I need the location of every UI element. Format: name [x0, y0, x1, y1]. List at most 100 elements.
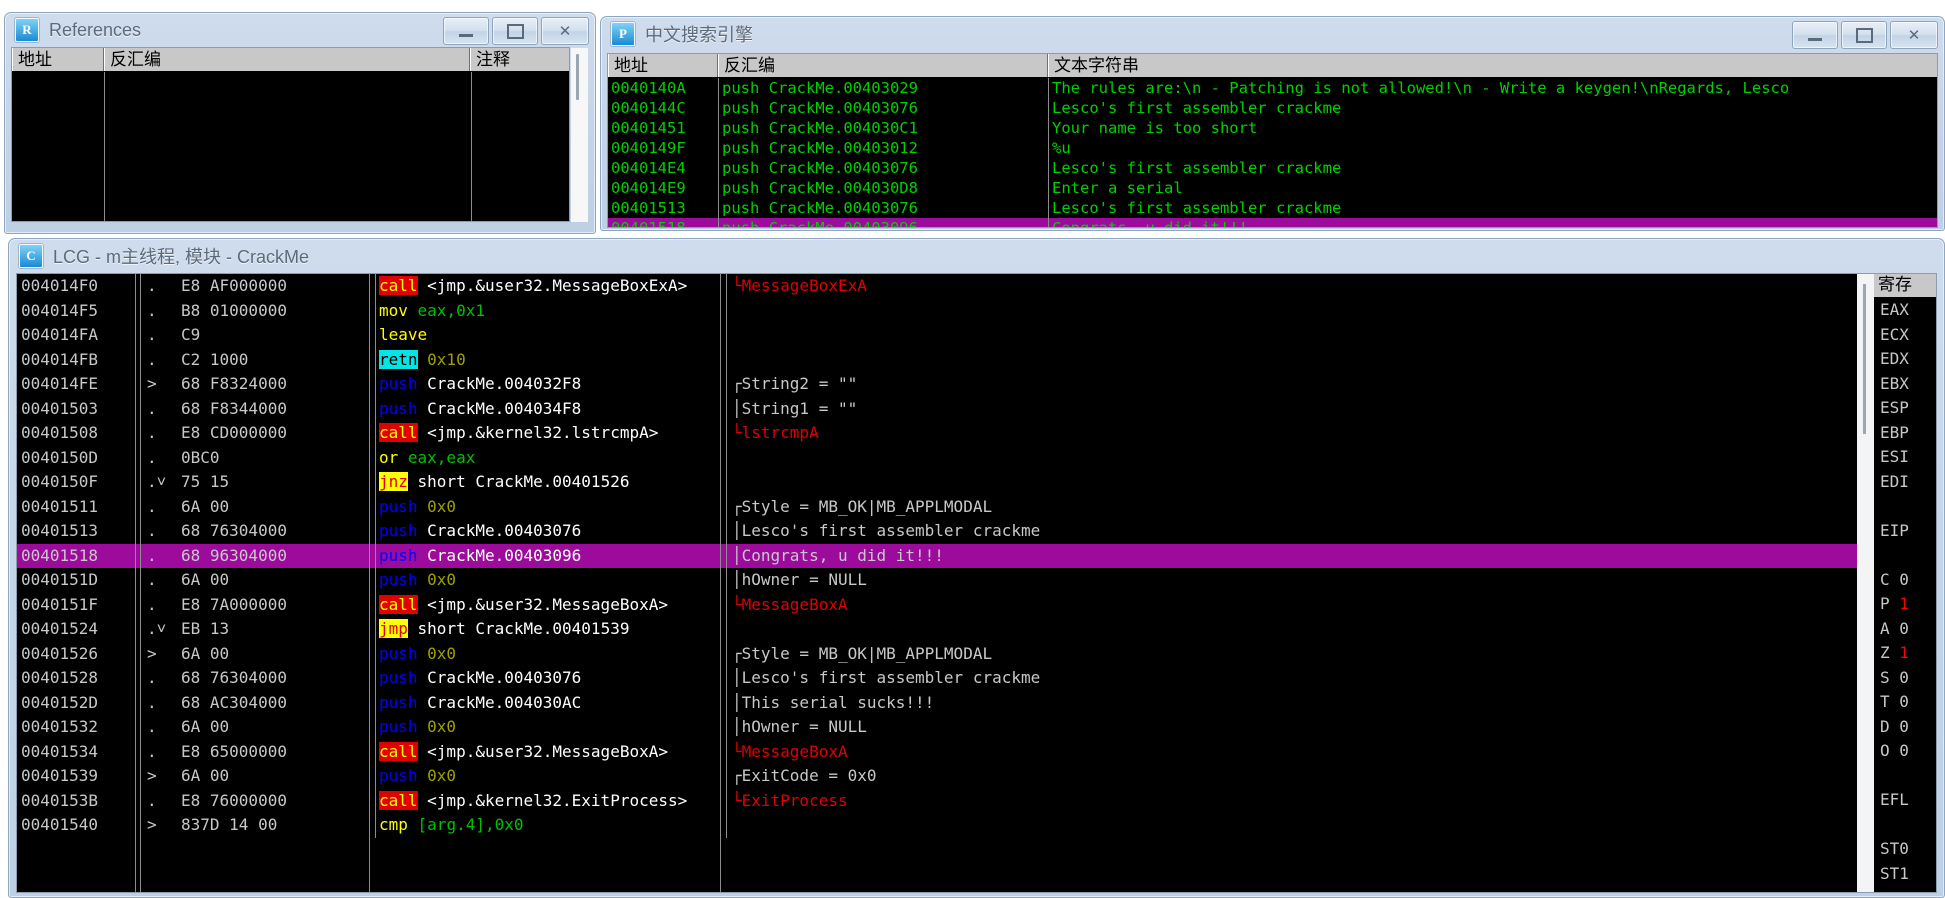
references-scroll-thumb[interactable]	[576, 54, 579, 100]
register-row[interactable]: S 0	[1874, 666, 1936, 691]
disassembly-vscrollbar[interactable]	[1857, 274, 1874, 892]
references-titlebar[interactable]: R References ✕	[5, 13, 595, 47]
disassembly-row[interactable]: 00401539 >6A 00 push 0x0 ┌ExitCode = 0x0	[17, 764, 1857, 789]
disassembly-row[interactable]: 0040150D. 0BC0 or eax,eax	[17, 445, 1857, 470]
disassembly-row[interactable]: 00401540 >837D 14 00 cmp [arg.4],0x0	[17, 813, 1857, 838]
column-header-address[interactable]: 地址	[608, 54, 718, 77]
references-window-buttons[interactable]: ✕	[443, 17, 589, 45]
cpu-window[interactable]: C LCG - m主线程, 模块 - CrackMe 004014F0. E8 A…	[8, 238, 1945, 898]
disassembly-row[interactable]: 00401503. 68 F8344000 push CrackMe.004034F…	[17, 396, 1857, 421]
strings-window-buttons[interactable]: ✕	[1792, 21, 1938, 49]
register-row[interactable]	[1874, 543, 1936, 568]
disassembly-row[interactable]: 004014FB. C2 1000 retn 0x10	[17, 347, 1857, 372]
disassembly-row[interactable]: 00401532. 6A 00 push 0x0 │hOwner = NULL	[17, 715, 1857, 740]
strings-window[interactable]: P 中文搜索引擎 ✕ 地址 反汇编 文本字符串 0040140A push Cra…	[600, 16, 1945, 231]
register-row[interactable]: EAX	[1874, 298, 1936, 323]
column-header-disassembly[interactable]: 反汇编	[718, 54, 1048, 77]
string-row[interactable]: 0040140A push CrackMe.00403029 The rules a…	[608, 78, 1937, 98]
register-row[interactable]: EBX	[1874, 372, 1936, 397]
strings-client[interactable]: 地址 反汇编 文本字符串 0040140A push CrackMe.004030…	[607, 53, 1938, 228]
references-client[interactable]: 地址 反汇编 注释	[11, 47, 570, 222]
disasm-instruction: push CrackMe.004030AC	[376, 691, 726, 716]
registers-pane[interactable]: 寄存 EAX ECX EDX EBX ESP EBP ESI EDI EIP C 0P 1A …	[1874, 274, 1936, 892]
disassembly-row[interactable]: 00401511. 6A 00 push 0x0 ┌Style = MB_OK|MB_…	[17, 494, 1857, 519]
strings-titlebar[interactable]: P 中文搜索引擎 ✕	[601, 17, 1944, 51]
close-button[interactable]: ✕	[541, 17, 589, 45]
strings-rows[interactable]: 0040140A push CrackMe.00403029 The rules a…	[608, 78, 1937, 227]
register-row[interactable]	[1874, 813, 1936, 838]
disasm-marker: .	[147, 423, 157, 442]
disassembly-row[interactable]: 0040152D. 68 AC304000 push CrackMe.004030A…	[17, 690, 1857, 716]
string-row[interactable]: 00401513 push CrackMe.00403076 Lesco's fir…	[608, 198, 1937, 218]
disassembly-row[interactable]: 00401528. 68 76304000 push CrackMe.0040307…	[17, 666, 1857, 691]
disassembly-row[interactable]: 00401526 >6A 00 push 0x0 ┌Style = MB_OK|MB_…	[17, 641, 1857, 666]
minimize-button[interactable]	[1792, 21, 1838, 49]
strings-column-headers[interactable]: 地址 反汇编 文本字符串	[608, 54, 1937, 78]
register-row[interactable]: Z 1	[1874, 641, 1936, 666]
register-row[interactable]: EDX	[1874, 347, 1936, 372]
string-row[interactable]: 00401451 push CrackMe.004030C1 Your name i…	[608, 118, 1937, 138]
register-row[interactable]: EDI	[1874, 470, 1936, 495]
string-row[interactable]: 004014E9 push CrackMe.004030D8 Enter a ser…	[608, 178, 1937, 198]
references-vscrollbar[interactable]	[571, 48, 588, 222]
disasm-marker: .	[147, 570, 157, 589]
register-row[interactable]: ST0	[1874, 837, 1936, 862]
disasm-hexdump: 75 15	[181, 472, 230, 491]
string-row[interactable]: 0040149F push CrackMe.00403012 %u	[608, 138, 1937, 158]
column-header-text-string[interactable]: 文本字符串	[1048, 54, 1937, 77]
column-header-address[interactable]: 地址	[12, 48, 104, 71]
register-row[interactable]: T 0	[1874, 690, 1936, 715]
register-row[interactable]: EBP	[1874, 421, 1936, 446]
cpu-client[interactable]: 004014F0. E8 AF000000 call <jmp.&user32.Me…	[16, 273, 1937, 893]
disassembly-row[interactable]: 00401508. E8 CD000000 call <jmp.&kernel32.…	[17, 421, 1857, 446]
close-button[interactable]: ✕	[1890, 21, 1938, 49]
disassembly-row[interactable]: 00401534. E8 65000000 call <jmp.&user32.Me…	[17, 739, 1857, 764]
maximize-button[interactable]	[1841, 21, 1887, 49]
register-row[interactable]: D 0	[1874, 715, 1936, 740]
disassembly-row[interactable]: 004014FA. C9 leave	[17, 323, 1857, 348]
cpu-titlebar[interactable]: C LCG - m主线程, 模块 - CrackMe	[9, 239, 1944, 273]
disasm-operand: short CrackMe.00401539	[407, 619, 630, 638]
disassembly-row[interactable]: 0040151F. E8 7A000000 call <jmp.&user32.Me…	[17, 592, 1857, 617]
string-row[interactable]: 004014E4 push CrackMe.00403076 Lesco's fir…	[608, 158, 1937, 178]
string-row[interactable]: 0040144C push CrackMe.00403076 Lesco's fir…	[608, 98, 1937, 118]
register-row[interactable]: ESI	[1874, 445, 1936, 470]
disassembly-scroll-thumb[interactable]	[1863, 284, 1866, 434]
disassembly-row[interactable]: 004014F5. B8 01000000 mov eax,0x1	[17, 298, 1857, 323]
register-row[interactable]: EFL	[1874, 788, 1936, 813]
register-row[interactable]	[1874, 494, 1936, 519]
maximize-button[interactable]	[492, 17, 538, 45]
references-rows[interactable]	[12, 72, 569, 221]
disassembly-rows[interactable]: 004014F0. E8 AF000000 call <jmp.&user32.Me…	[17, 274, 1857, 838]
register-row[interactable]: O 0	[1874, 739, 1936, 764]
disasm-operand: 0x0	[417, 643, 457, 663]
disasm-address: 004014F5	[21, 300, 99, 320]
references-window[interactable]: R References ✕ 地址 反汇编 注释	[4, 12, 596, 234]
disassembly-row[interactable]: 0040151D. 6A 00 push 0x0 │hOwner = NULL	[17, 568, 1857, 593]
register-row[interactable]: ESP	[1874, 396, 1936, 421]
references-column-headers[interactable]: 地址 反汇编 注释	[12, 48, 569, 72]
disassembly-row[interactable]: 0040150F .˅ 75 15 jnz short CrackMe.0040152…	[17, 470, 1857, 495]
column-header-comment[interactable]: 注释	[470, 48, 569, 71]
string-row-address: 004014E4	[611, 159, 686, 177]
disassembly-row[interactable]: 004014FE >68 F8324000 push CrackMe.004032F…	[17, 372, 1857, 397]
disassembly-row[interactable]: 00401524 .˅ EB 13 jmp short CrackMe.0040153…	[17, 617, 1857, 642]
disasm-divider-hex	[369, 274, 370, 892]
register-name: O	[1880, 741, 1890, 760]
registers-list[interactable]: EAX ECX EDX EBX ESP EBP ESI EDI EIP C 0P 1A 0Z …	[1874, 298, 1936, 886]
disassembly-row[interactable]: 004014F0. E8 AF000000 call <jmp.&user32.Me…	[17, 274, 1857, 299]
string-row-address: 00401451	[611, 119, 686, 137]
register-row[interactable]: A 0	[1874, 617, 1936, 642]
disassembly-row[interactable]: 00401518. 68 96304000 push CrackMe.0040309…	[17, 543, 1857, 568]
register-row[interactable]: P 1	[1874, 592, 1936, 617]
register-row[interactable]: ST1	[1874, 862, 1936, 887]
register-row[interactable]: C 0	[1874, 568, 1936, 593]
register-row[interactable]: EIP	[1874, 519, 1936, 544]
disassembly-row[interactable]: 00401513. 68 76304000 push CrackMe.0040307…	[17, 519, 1857, 544]
disassembly-row[interactable]: 0040153B. E8 76000000 call <jmp.&kernel32.…	[17, 788, 1857, 813]
register-row[interactable]	[1874, 764, 1936, 789]
column-header-disassembly[interactable]: 反汇编	[104, 48, 470, 71]
minimize-button[interactable]	[443, 17, 489, 45]
string-row[interactable]: 00401518 push CrackMe.00403096 Congrats, u…	[608, 218, 1937, 227]
register-row[interactable]: ECX	[1874, 323, 1936, 348]
